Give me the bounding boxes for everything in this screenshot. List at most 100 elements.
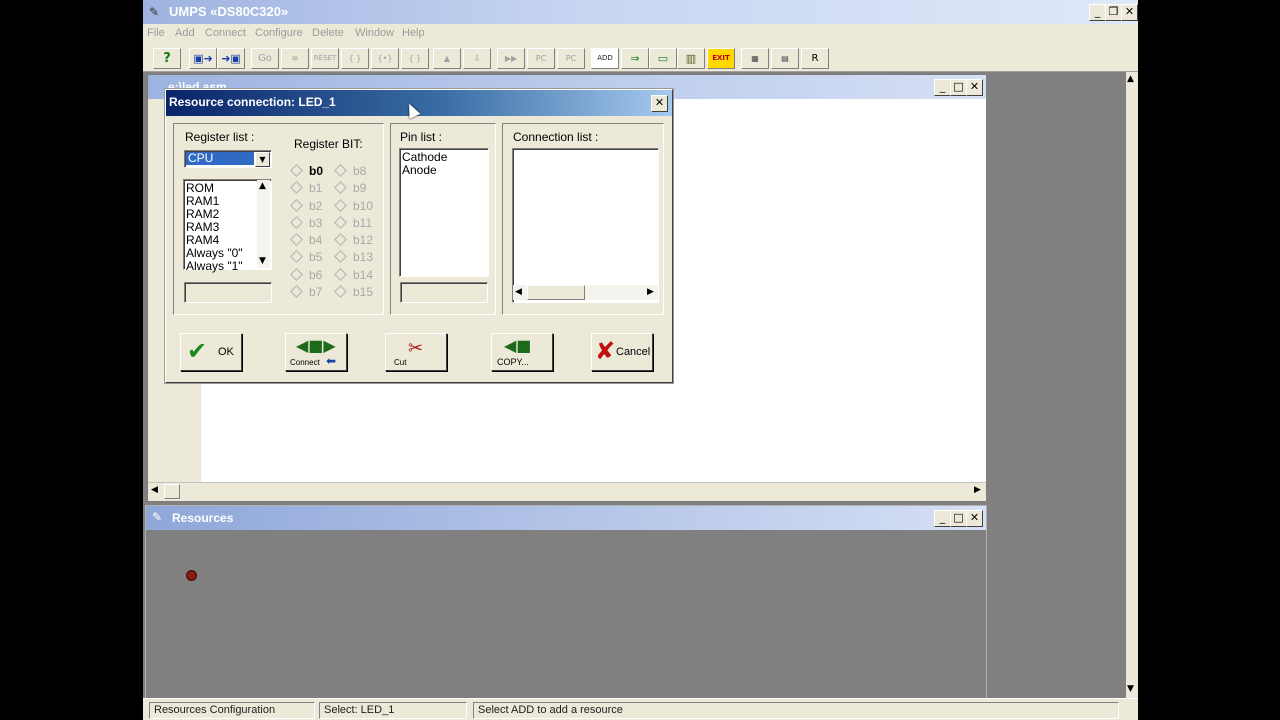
plug-connect-icon: ◀■▶ [296,336,336,355]
connect-tool-button[interactable]: ⇒ [621,48,649,69]
scroll-down-icon[interactable]: ▼ [1127,684,1134,694]
register-list-scrollbar[interactable]: ▲ ▼ [257,180,270,268]
editor-maximize-button[interactable]: □ [950,79,967,96]
resources-minimize-button[interactable]: _ [934,510,951,527]
bit-option[interactable]: b8 [334,164,373,181]
menu-help[interactable]: Help [402,27,425,39]
chevron-down-icon[interactable]: ▼ [255,152,270,167]
scroll-right-icon[interactable]: ▶ [974,485,981,495]
exit-tool-button[interactable]: EXIT [707,48,735,69]
r-tool-button[interactable]: R [801,48,829,69]
led-resource-icon[interactable] [186,570,197,581]
bit-option[interactable]: b15 [334,285,373,302]
load-tool-button[interactable]: ➜▣ [217,48,245,69]
window-tool-button[interactable]: ▦ [741,48,769,69]
vertical-scrollbar[interactable]: ▲ ▼ [1126,72,1138,698]
bit-option[interactable]: b12 [334,233,373,250]
scroll-right-icon[interactable]: ▶ [647,287,654,297]
connection-listbox[interactable]: ◀ ▶ [512,148,659,303]
bit-option[interactable]: b5 [290,250,323,267]
toolbar: ? ▣➜ ➜▣ Go ≋ RESET { } {•} { } ▲ ⇩ ▶▶ PC… [143,44,1138,72]
bit-option[interactable]: b10 [334,198,373,216]
brace-tool-button-2[interactable]: {•} [371,48,399,69]
editor-minimize-button[interactable]: _ [934,79,951,96]
pin-text-field[interactable] [400,282,488,303]
resources-maximize-button[interactable]: □ [950,510,967,527]
pc-tool-button-1[interactable]: PC [527,48,555,69]
go-tool-button[interactable]: Go [251,48,279,69]
step-tool-button[interactable]: ≋ [281,48,309,69]
copy-button[interactable]: ◀■ COPY... [491,333,553,371]
connect-button[interactable]: ◀■▶ Connect ⬅ [285,333,347,371]
restore-button[interactable]: ❐ [1105,4,1122,21]
ok-button[interactable]: ✔ OK [180,333,242,371]
bit-option[interactable]: b6 [290,268,323,285]
bit-option[interactable]: b13 [334,250,373,267]
pc-tool-button-2[interactable]: PC [557,48,585,69]
bit-option[interactable]: b1 [290,181,323,198]
bit-option[interactable]: b11 [334,216,373,233]
register-item-always1[interactable]: Always "1" [186,260,243,273]
resources-title-bar: ✎ Resources _ □ ✕ [146,506,986,530]
radio-icon [334,198,347,212]
bit-option[interactable]: b0 [290,164,323,181]
cancel-label: Cancel [616,346,651,358]
editor-close-button[interactable]: ✕ [966,79,983,96]
help-tool-button[interactable]: ? [153,48,181,69]
radio-icon [334,216,347,229]
cut-button[interactable]: ✂ Cut [385,333,447,371]
resources-close-button[interactable]: ✕ [966,510,983,527]
scroll-up-icon[interactable]: ▲ [259,181,266,191]
editor-horizontal-scrollbar[interactable]: ◀ ▶ [148,482,986,500]
dialog-close-button[interactable]: ✕ [651,95,668,112]
connection-horizontal-scrollbar[interactable]: ◀ ▶ [513,285,658,300]
pencil-icon: ✎ [152,510,163,524]
cancel-button[interactable]: ✘ Cancel [591,333,653,371]
menu-file[interactable]: File [147,27,165,39]
save-tool-button[interactable]: ▣➜ [189,48,217,69]
app-icon: ✎ [149,5,160,19]
register-text-field[interactable] [184,282,272,303]
close-button[interactable]: ✕ [1121,4,1138,21]
bit-option[interactable]: b2 [290,199,323,216]
resources-window: ✎ Resources _ □ ✕ [145,505,987,700]
menu-window[interactable]: Window [355,27,394,39]
bit-option[interactable]: b7 [290,285,323,302]
bit-option[interactable]: b14 [334,268,373,285]
menu-add[interactable]: Add [175,27,195,39]
warning-tool-button[interactable]: ▲ [433,48,461,69]
menu-connect[interactable]: Connect [205,27,246,39]
pin-listbox[interactable]: Cathode Anode [399,148,489,277]
add-tool-button[interactable]: ADD [591,48,619,69]
brace-tool-button-1[interactable]: { } [341,48,369,69]
radio-icon [334,164,347,177]
connect-label: Connect [290,358,320,367]
down-tool-button[interactable]: ⇩ [463,48,491,69]
register-listbox[interactable]: ROM RAM1 RAM2 RAM3 RAM4 Always "0" Alway… [183,179,272,273]
bit-option[interactable]: b9 [334,181,373,198]
dialog-title: Resource connection: LED_1 [169,95,336,109]
scroll-thumb[interactable] [164,484,180,499]
menu-bar: File Add Connect Configure Delete Window… [143,24,1138,44]
radio-icon [290,285,303,298]
scroll-thumb[interactable] [527,285,585,300]
radio-icon [334,233,347,247]
bit-option[interactable]: b3 [290,216,323,233]
play-tool-button[interactable]: ▶▶ [497,48,525,69]
scroll-up-icon[interactable]: ▲ [1127,74,1134,84]
minimize-button[interactable]: _ [1089,4,1106,21]
reset-tool-button[interactable]: RESET [311,48,339,69]
menu-delete[interactable]: Delete [312,27,344,39]
register-select[interactable]: CPU ▼ [184,150,272,168]
bit-option[interactable]: b4 [290,233,323,250]
scroll-down-icon[interactable]: ▼ [259,256,266,266]
register-list-label: Register list : [185,130,255,144]
scroll-left-icon[interactable]: ◀ [151,485,158,495]
trash-tool-button[interactable]: ▥ [677,48,705,69]
pin-item-anode[interactable]: Anode [402,164,447,177]
menu-configure[interactable]: Configure [255,27,303,39]
monitor-tool-button[interactable]: ▭ [649,48,677,69]
grid-tool-button[interactable]: ▤ [771,48,799,69]
brace-tool-button-3[interactable]: { } [401,48,429,69]
scroll-left-icon[interactable]: ◀ [515,287,522,297]
